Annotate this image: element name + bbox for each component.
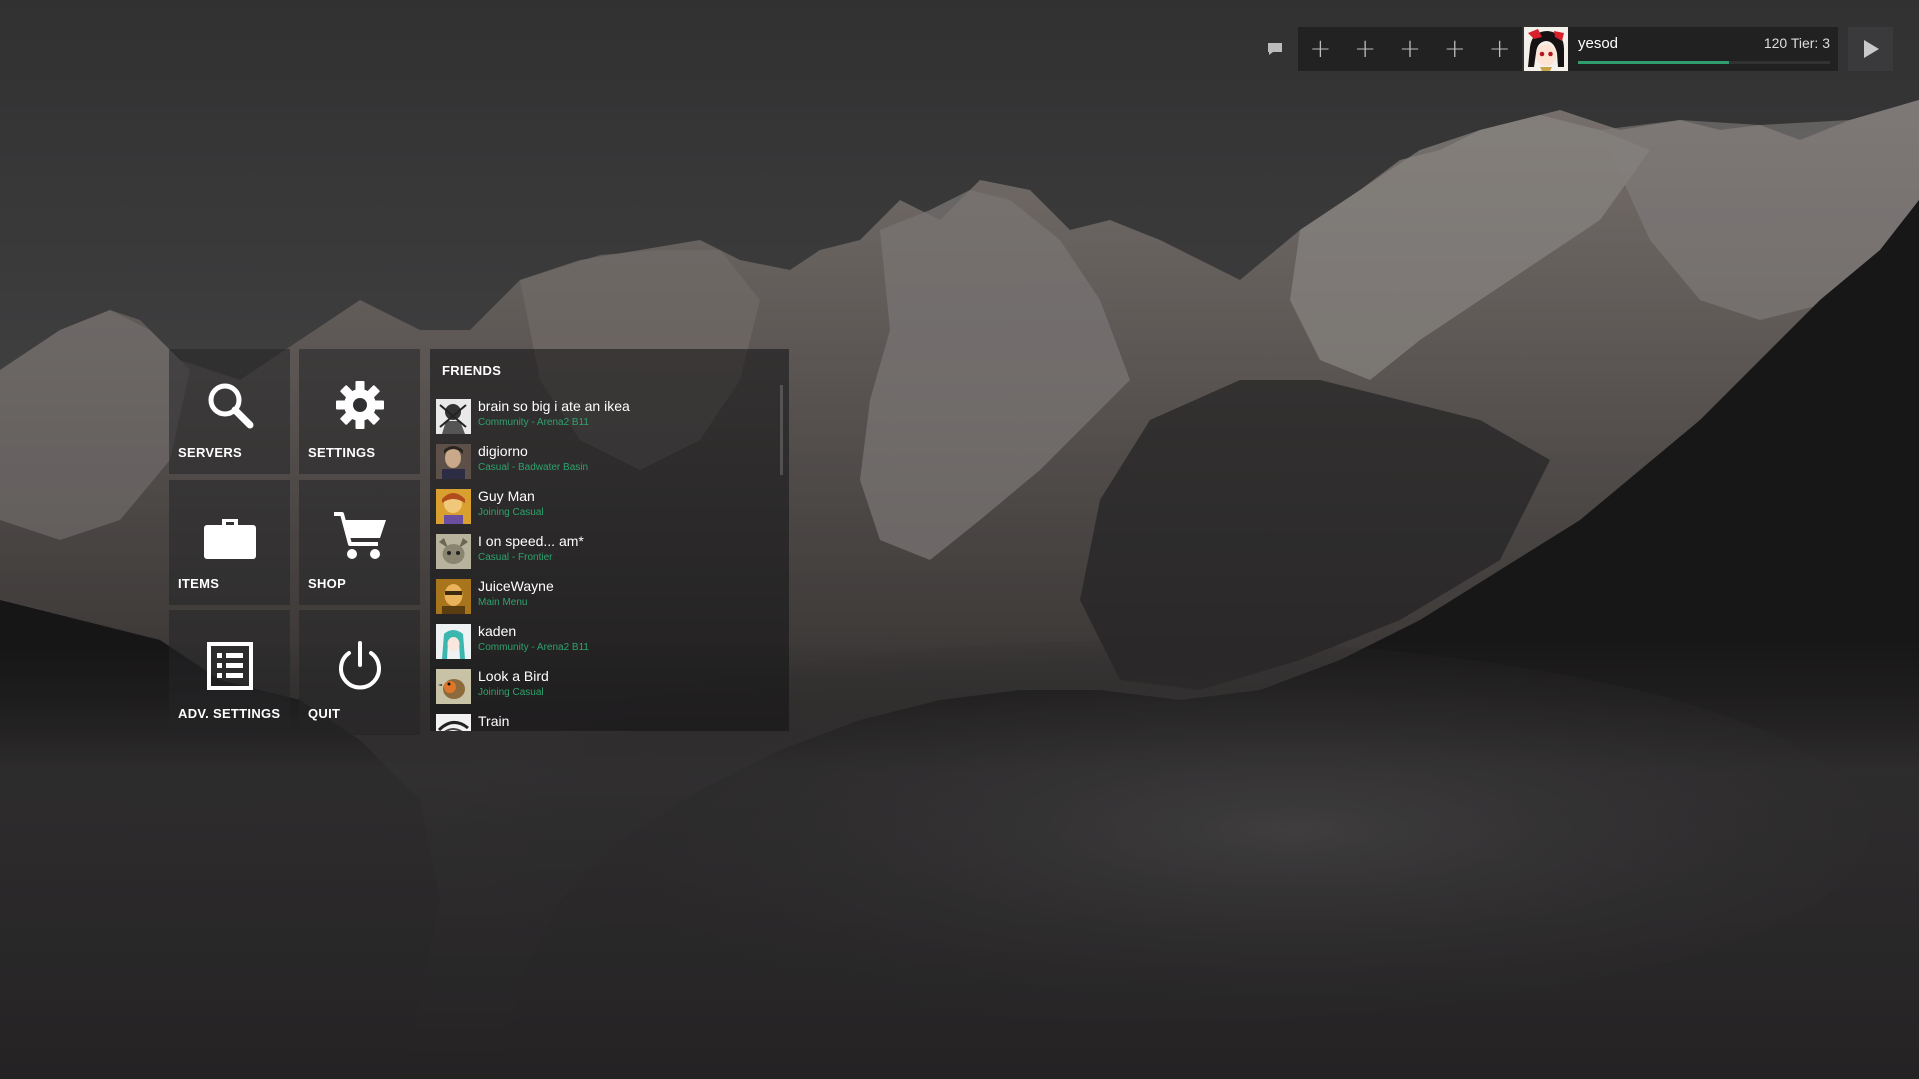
power-icon	[338, 641, 381, 690]
adv-settings-label: ADV. SETTINGS	[178, 706, 281, 721]
cart-icon	[333, 512, 386, 559]
shop-label: SHOP	[308, 576, 347, 591]
adv-settings-button[interactable]: ADV. SETTINGS	[169, 610, 290, 735]
friend-status: Community - Arena2 B11	[478, 642, 589, 653]
search-icon	[208, 383, 253, 429]
party-slot-add-button[interactable]: +	[1477, 27, 1522, 71]
friend-status: Main Menu	[478, 597, 528, 608]
party-slot-add-button[interactable]: +	[1388, 27, 1433, 71]
friend-name: JuiceWayne	[478, 578, 554, 594]
servers-label: SERVERS	[178, 445, 242, 460]
friend-status: Casual - Frontier	[478, 552, 553, 563]
friend-list-item[interactable]: kaden Community - Arena2 B11	[434, 621, 781, 666]
friend-avatar	[436, 489, 471, 524]
friend-status: Casual - Badwater Basin	[478, 462, 589, 473]
friend-list-item[interactable]: I on speed... am* Casual - Frontier	[434, 531, 781, 576]
avatar	[1524, 27, 1568, 71]
friend-list-item[interactable]: digiorno Casual - Badwater Basin	[434, 441, 781, 486]
friend-name: digiorno	[478, 443, 528, 459]
briefcase-icon	[203, 519, 256, 559]
party-slots: + + + + +	[1298, 27, 1522, 71]
play-triangle-icon	[1863, 40, 1879, 58]
settings-button[interactable]: SETTINGS	[299, 349, 420, 474]
chat-bubble-icon	[1268, 43, 1282, 55]
friend-avatar	[436, 624, 471, 659]
friend-name: Look a Bird	[478, 668, 549, 684]
friend-avatar	[436, 579, 471, 614]
friend-status: Community - Arena2 B11	[478, 417, 589, 428]
friend-list-item[interactable]: JuiceWayne Main Menu	[434, 576, 781, 621]
friend-list-item[interactable]: Guy Man Joining Casual	[434, 486, 781, 531]
items-button[interactable]: ITEMS	[169, 480, 290, 605]
friend-list-item[interactable]: Look a Bird Joining Casual	[434, 666, 781, 711]
friends-panel: FRIENDS brain so big i ate an ikea Commu…	[430, 349, 789, 731]
chat-button[interactable]	[1262, 38, 1288, 60]
friends-title: FRIENDS	[442, 363, 502, 378]
play-button[interactable]	[1848, 27, 1893, 71]
quit-button[interactable]: QUIT	[299, 610, 420, 735]
gear-icon	[335, 381, 384, 429]
player-level: 120 Tier: 3	[1763, 35, 1830, 51]
friend-status: Joining Casual	[478, 687, 544, 698]
settings-label: SETTINGS	[308, 445, 376, 460]
friend-avatar	[436, 444, 471, 479]
xp-progress-bar	[1578, 61, 1830, 64]
friend-name: Train	[478, 713, 510, 729]
xp-progress-fill	[1578, 61, 1730, 64]
friend-name: brain so big i ate an ikea	[478, 398, 630, 414]
party-slot-add-button[interactable]: +	[1432, 27, 1477, 71]
party-slot-add-button[interactable]: +	[1298, 27, 1343, 71]
friend-name: Guy Man	[478, 488, 535, 504]
servers-button[interactable]: SERVERS	[169, 349, 290, 474]
friend-list-item[interactable]: brain so big i ate an ikea Community - A…	[434, 396, 781, 441]
friend-avatar	[436, 714, 471, 731]
friend-avatar	[436, 399, 471, 434]
player-profile[interactable]: yesod 120 Tier: 3	[1524, 27, 1838, 71]
list-icon	[206, 642, 253, 690]
party-slot-add-button[interactable]: +	[1343, 27, 1388, 71]
items-label: ITEMS	[178, 576, 220, 591]
friends-list: brain so big i ate an ikea Community - A…	[434, 396, 781, 731]
friend-list-item[interactable]: Train	[434, 711, 781, 731]
friend-status: Joining Casual	[478, 507, 544, 518]
shop-button[interactable]: SHOP	[299, 480, 420, 605]
friend-avatar	[436, 534, 471, 569]
friend-name: I on speed... am*	[478, 533, 584, 549]
player-name: yesod	[1578, 35, 1619, 52]
friend-avatar	[436, 669, 471, 704]
quit-label: QUIT	[308, 706, 341, 721]
friend-name: kaden	[478, 623, 517, 639]
